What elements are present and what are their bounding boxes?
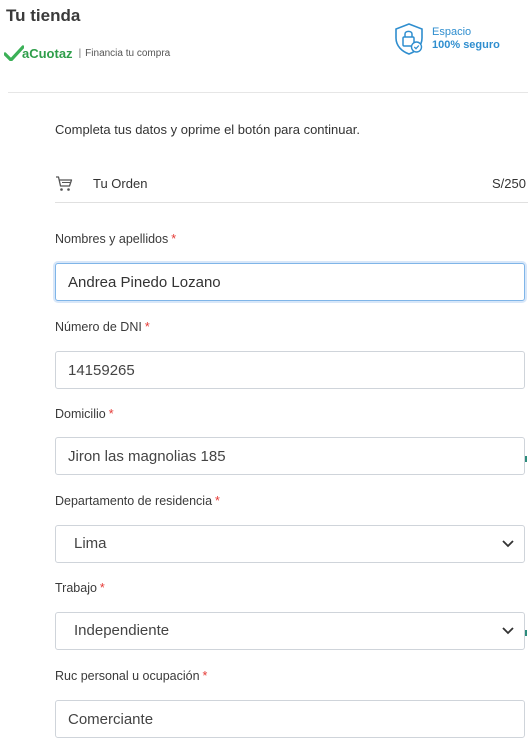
brand-name: aCuotaz (22, 45, 73, 61)
ruc-input[interactable] (55, 700, 525, 738)
order-summary[interactable]: Tu Orden S/250 (55, 170, 528, 203)
ruc-label-text: Ruc personal u ocupación (55, 669, 200, 683)
dni-label-text: Número de DNI (55, 320, 142, 334)
dni-input[interactable] (55, 351, 525, 389)
edge-marker (525, 630, 527, 636)
job-select[interactable]: Independiente (55, 612, 525, 650)
order-amount: S/250 (492, 176, 526, 191)
store-title: Tu tienda (6, 6, 81, 25)
edge-marker (525, 456, 527, 462)
required-mark: * (144, 320, 150, 334)
secure-line1: Espacio (432, 26, 472, 38)
job-value: Independiente (74, 622, 170, 639)
header-divider (8, 92, 528, 93)
dni-label: Número de DNI * (55, 320, 150, 334)
brand-tagline: Financia tu compra (85, 47, 171, 59)
job-label: Trabajo * (55, 581, 105, 595)
name-label: Nombres y apellidos * (55, 232, 176, 246)
department-label: Departamento de residencia * (55, 494, 220, 508)
chevron-down-icon (502, 540, 514, 548)
cart-icon (56, 176, 73, 191)
name-input[interactable] (55, 263, 525, 301)
order-label: Tu Orden (93, 176, 148, 191)
chevron-down-icon (502, 627, 514, 635)
department-select[interactable]: Lima (55, 525, 525, 563)
required-mark: * (99, 581, 105, 595)
brand-logo: aCuotaz | Financia tu compra (4, 45, 170, 61)
address-label-text: Domicilio (55, 407, 106, 421)
intro-text: Completa tus datos y oprime el botón par… (55, 122, 360, 137)
address-label: Domicilio * (55, 407, 114, 421)
required-mark: * (108, 407, 114, 421)
secure-line2: 100% seguro (432, 39, 500, 51)
required-mark: * (171, 232, 177, 246)
header: Tu tienda aCuotaz | Financia tu compra E… (0, 0, 528, 90)
shield-lock-icon (395, 23, 423, 55)
required-mark: * (215, 494, 220, 508)
job-label-text: Trabajo (55, 581, 97, 595)
secure-badge: Espacio 100% seguro (392, 22, 500, 56)
checkmark-logo-icon (4, 45, 24, 61)
brand-separator: | (78, 47, 82, 59)
address-input[interactable] (55, 437, 525, 475)
department-value: Lima (74, 535, 107, 552)
secure-text: Espacio 100% seguro (432, 26, 500, 52)
required-mark: * (202, 669, 208, 683)
ruc-label: Ruc personal u ocupación * (55, 669, 207, 683)
department-label-text: Departamento de residencia (55, 494, 213, 508)
name-label-text: Nombres y apellidos (55, 232, 169, 246)
